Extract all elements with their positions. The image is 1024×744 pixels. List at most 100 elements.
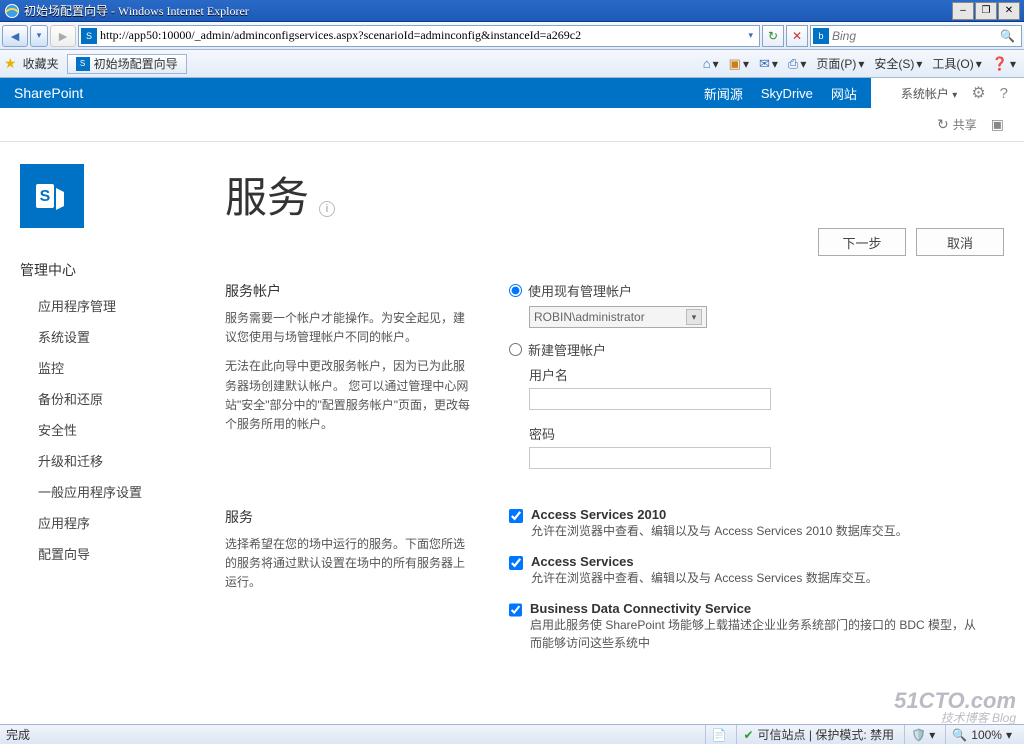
url-box[interactable]: S ▾ [78, 25, 760, 47]
window-minimize-button[interactable]: – [952, 2, 974, 20]
next-button[interactable]: 下一步 [818, 228, 906, 256]
status-zoom[interactable]: 🔍 100% ▾ [945, 725, 1018, 744]
help-icon: ❓ [992, 56, 1008, 72]
password-label: 密码 [529, 424, 966, 443]
sidebar-item-monitoring[interactable]: 监控 [20, 352, 225, 383]
radio-new-account[interactable]: 新建管理帐户 [509, 340, 966, 359]
status-done: 完成 [6, 726, 30, 743]
username-label: 用户名 [529, 365, 966, 384]
sidebar-item-config-wizard[interactable]: 配置向导 [20, 538, 225, 569]
service-item-access-2010: Access Services 2010 允许在浏览器中查看、编辑以及与 Acc… [509, 507, 986, 540]
service-checkbox[interactable] [509, 509, 523, 523]
nav-forward-button[interactable]: ► [50, 25, 76, 47]
search-box[interactable]: b 🔍 [810, 25, 1022, 47]
suite-settings-icon[interactable]: ⚙ [971, 83, 985, 103]
service-account-desc2: 无法在此向导中更改服务帐户，因为已为此服务器场创建默认帐户。 您可以通过管理中心… [225, 357, 473, 434]
page-title: 服务 [225, 164, 309, 225]
feeds-button[interactable]: ▣▾ [725, 53, 753, 75]
sidebar-item-upgrade[interactable]: 升级和迁移 [20, 445, 225, 476]
username-field[interactable] [529, 388, 771, 410]
favorites-star-icon[interactable]: ★ [4, 55, 17, 72]
chevron-down-icon: ▾ [952, 90, 957, 101]
status-compat-icon[interactable]: 📄 [705, 725, 733, 744]
bing-icon: b [813, 28, 829, 44]
print-icon: ⎙ [788, 56, 798, 72]
home-button[interactable]: ⌂▾ [699, 53, 723, 75]
mail-button[interactable]: ✉▾ [755, 53, 782, 75]
tab-title: 初始场配置向导 [94, 55, 178, 72]
search-input[interactable] [832, 29, 996, 43]
print-button[interactable]: ⎙▾ [784, 53, 810, 75]
suite-help-icon[interactable]: ? [1000, 85, 1008, 102]
service-item-bdc: Business Data Connectivity Service 启用此服务… [509, 601, 986, 652]
tab-favicon: S [76, 57, 90, 71]
stop-button[interactable]: ✕ [786, 25, 808, 47]
mail-icon: ✉ [759, 56, 770, 72]
info-icon[interactable]: i [319, 201, 335, 217]
service-desc: 启用此服务使 SharePoint 场能够上载描述企业业务系统部门的接口的 BD… [530, 616, 986, 652]
left-navigation: S 管理中心 应用程序管理 系统设置 监控 备份和还原 安全性 升级和迁移 一般… [0, 142, 225, 724]
main-content: 服务 i 下一步 取消 服务帐户 服务需要一个帐户才能操作。为安全起见，建议您使… [225, 142, 1024, 724]
sidebar-item-system-settings[interactable]: 系统设置 [20, 321, 225, 352]
suite-brand[interactable]: SharePoint [14, 85, 83, 101]
service-account-title: 服务帐户 [225, 281, 473, 301]
favorites-label[interactable]: 收藏夹 [23, 55, 59, 72]
fullscreen-icon[interactable]: ▣ [991, 116, 1004, 133]
page-body: S 管理中心 应用程序管理 系统设置 监控 备份和还原 安全性 升级和迁移 一般… [0, 142, 1024, 724]
suite-link-skydrive[interactable]: SkyDrive [761, 86, 813, 101]
suite-account[interactable]: 系统帐户 ▾ [901, 85, 957, 102]
service-title: Business Data Connectivity Service [530, 601, 986, 616]
cancel-button[interactable]: 取消 [916, 228, 1004, 256]
sidebar-item-general-app[interactable]: 一般应用程序设置 [20, 476, 225, 507]
service-title: Access Services [531, 554, 878, 569]
services-title: 服务 [225, 507, 473, 527]
url-dropdown-icon[interactable]: ▾ [744, 30, 757, 41]
nav-back-dropdown[interactable]: ▾ [30, 25, 48, 47]
radio-existing-input[interactable] [509, 284, 522, 297]
select-value: ROBIN\administrator [534, 310, 645, 324]
sidebar-item-backup[interactable]: 备份和还原 [20, 383, 225, 414]
sidebar-item-apps[interactable]: 应用程序 [20, 507, 225, 538]
sidebar-item-security[interactable]: 安全性 [20, 414, 225, 445]
share-icon: ↻ [937, 116, 949, 133]
service-account-section: 服务帐户 服务需要一个帐户才能操作。为安全起见，建议您使用与场管理帐户不同的帐户… [225, 281, 1006, 479]
window-titlebar: 初始场配置向导 - Windows Internet Explorer – ❐ … [0, 0, 1024, 22]
service-item-access: Access Services 允许在浏览器中查看、编辑以及与 Access S… [509, 554, 986, 587]
radio-existing-account[interactable]: 使用现有管理帐户 [509, 281, 966, 300]
browser-tab[interactable]: S 初始场配置向导 [67, 54, 187, 74]
status-bar: 完成 📄 ✔可信站点 | 保护模式: 禁用 🛡️ ▾ 🔍 100% ▾ [0, 724, 1024, 744]
address-bar: ◄ ▾ ► S ▾ ↻ ✕ b 🔍 [0, 22, 1024, 50]
status-protected-icon[interactable]: 🛡️ ▾ [904, 725, 941, 744]
home-icon: ⌂ [703, 56, 711, 71]
password-field[interactable] [529, 447, 771, 469]
refresh-recent-button[interactable]: ↻ [762, 25, 784, 47]
nav-heading[interactable]: 管理中心 [20, 260, 225, 280]
page-menu[interactable]: 页面(P) ▾ [812, 53, 868, 75]
window-close-button[interactable]: ✕ [998, 2, 1020, 20]
safety-menu[interactable]: 安全(S) ▾ [870, 53, 926, 75]
ribbon-bar: ↻ 共享 ▣ [0, 108, 1024, 142]
radio-new-input[interactable] [509, 343, 522, 356]
url-input[interactable] [100, 28, 744, 43]
service-checkbox[interactable] [509, 556, 523, 570]
command-bar: ⌂▾ ▣▾ ✉▾ ⎙▾ 页面(P) ▾ 安全(S) ▾ 工具(O) ▾ ❓▾ [699, 53, 1020, 75]
nav-list: 应用程序管理 系统设置 监控 备份和还原 安全性 升级和迁移 一般应用程序设置 … [20, 290, 225, 569]
share-button[interactable]: ↻ 共享 [937, 116, 977, 133]
window-title: 初始场配置向导 - Windows Internet Explorer [24, 2, 249, 19]
existing-account-select[interactable]: ROBIN\administrator ▾ [529, 306, 707, 328]
suite-link-sites[interactable]: 网站 [831, 84, 857, 103]
window-maximize-button[interactable]: ❐ [975, 2, 997, 20]
sharepoint-tile-icon: S [20, 164, 84, 228]
help-button[interactable]: ❓▾ [988, 53, 1020, 75]
nav-back-button[interactable]: ◄ [2, 25, 28, 47]
services-desc: 选择希望在您的场中运行的服务。下面您所选的服务将通过默认设置在场中的所有服务器上… [225, 535, 473, 593]
service-checkbox[interactable] [509, 603, 522, 617]
status-zone[interactable]: ✔可信站点 | 保护模式: 禁用 [736, 725, 900, 744]
chevron-down-icon: ▾ [686, 309, 702, 325]
ie-app-icon [4, 3, 20, 19]
tools-menu[interactable]: 工具(O) ▾ [928, 53, 985, 75]
search-go-icon[interactable]: 🔍 [996, 29, 1019, 43]
sidebar-item-app-mgmt[interactable]: 应用程序管理 [20, 290, 225, 321]
suite-bar: SharePoint 新闻源 SkyDrive 网站 [0, 78, 871, 108]
suite-link-newsfeed[interactable]: 新闻源 [704, 84, 743, 103]
